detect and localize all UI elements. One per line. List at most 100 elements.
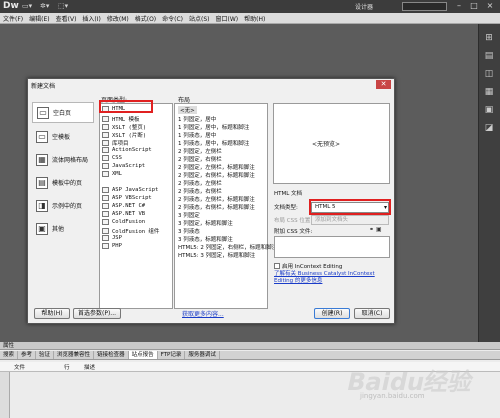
ap-elements-icon[interactable]: ◫ <box>482 68 496 80</box>
tab-validation[interactable]: 验证 <box>36 351 55 359</box>
layout-item[interactable]: 3 列固定，标题和脚注 <box>178 219 233 227</box>
type-item[interactable]: ASP.NET C# <box>102 203 145 209</box>
layout-item[interactable]: 1 列固定，居中 <box>178 115 216 123</box>
layout-item[interactable]: 2 列固定，右侧栏 <box>178 155 222 163</box>
more-content-link[interactable]: 获取更多内容... <box>182 309 224 318</box>
layout-item[interactable]: <无> <box>178 106 197 114</box>
properties-bar[interactable]: 属性 <box>0 342 500 350</box>
create-button[interactable]: 创建(R) <box>314 308 350 319</box>
layout-item[interactable]: 3 列液态，标题和脚注 <box>178 235 233 243</box>
dialog-title: 新建文档 <box>31 83 56 90</box>
files-panel-icon[interactable]: ▦ <box>482 86 496 98</box>
site-icon[interactable]: ⬚▾ <box>58 2 68 10</box>
layout-css-select[interactable]: 添加到文档头 <box>311 215 389 225</box>
file-icon <box>102 132 109 138</box>
menu-site[interactable]: 站点(S) <box>186 14 213 23</box>
category-blank-template[interactable]: ▭ 空模板 <box>32 126 94 147</box>
menu-modify[interactable]: 修改(M) <box>104 14 132 23</box>
type-item[interactable]: ASP.NET VB <box>102 211 145 217</box>
menu-commands[interactable]: 命令(C) <box>159 14 186 23</box>
layout-list[interactable]: <无> 1 列固定，居中 1 列固定，居中，标题和脚注 1 列液态，居中 1 列… <box>174 103 277 309</box>
assets-panel-icon[interactable]: ▣ <box>482 104 496 116</box>
category-other[interactable]: ▣ 其他 <box>32 218 94 239</box>
menu-view[interactable]: 查看(V) <box>53 14 80 23</box>
menu-file[interactable]: 文件(F) <box>0 14 26 23</box>
category-blank-page[interactable]: ▭ 空白页 <box>32 102 94 123</box>
html-selection-highlight <box>99 100 153 113</box>
type-item[interactable]: ActionScript <box>102 147 152 153</box>
type-item[interactable]: XSLT (整页) <box>102 123 146 131</box>
layout-item[interactable]: 2 列固定，左侧栏 <box>178 147 222 155</box>
incontext-checkbox-row[interactable]: 启用 InContext Editing <box>274 262 342 270</box>
type-item[interactable]: HTML 模板 <box>102 115 140 123</box>
close-window-button[interactable]: × <box>483 1 497 11</box>
type-item[interactable]: ASP JavaScript <box>102 187 158 193</box>
layout-item[interactable]: 2 列固定，左侧栏，标题和脚注 <box>178 163 255 171</box>
cancel-button[interactable]: 取消(C) <box>354 308 390 319</box>
type-item[interactable]: XSLT (片断) <box>102 131 146 139</box>
search-input[interactable] <box>402 2 447 11</box>
tab-ftp-log[interactable]: FTP记录 <box>158 351 186 359</box>
incontext-checkbox[interactable] <box>274 263 280 269</box>
tab-reference[interactable]: 参考 <box>18 351 37 359</box>
help-button[interactable]: 帮助(H) <box>34 308 70 319</box>
page-type-list[interactable]: HTML HTML 模板 XSLT (整页) XSLT (片断) 库项目 Act… <box>99 103 173 309</box>
minimize-button[interactable]: – <box>452 1 466 11</box>
layout-item[interactable]: 2 列固定，右侧栏，标题和脚注 <box>178 171 255 179</box>
type-item[interactable]: ASP VBScript <box>102 195 152 201</box>
layout-item[interactable]: 2 列液态，右侧栏，标题和脚注 <box>178 203 255 211</box>
layout-item[interactable]: 2 列液态，左侧栏 <box>178 179 222 187</box>
layout-item[interactable]: 1 列液态，居中 <box>178 131 216 139</box>
column-file[interactable]: 文件 <box>14 363 64 371</box>
trash-icon[interactable]: ▣ <box>376 226 382 233</box>
tab-search[interactable]: 搜索 <box>0 351 19 359</box>
link-icon[interactable]: ⚭ <box>369 226 374 233</box>
learn-more-link[interactable]: 了解有关 Business Catalyst InContext Editing… <box>274 271 392 285</box>
workspace-switcher[interactable]: 设计器 <box>355 2 373 11</box>
column-line[interactable]: 行 <box>64 363 84 371</box>
layout-item[interactable]: HTML5: 3 列固定，标题和脚注 <box>178 251 255 259</box>
layout-item[interactable]: 1 列液态，居中，标题和脚注 <box>178 139 249 147</box>
layout-item[interactable]: 1 列固定，居中，标题和脚注 <box>178 123 249 131</box>
layout-item[interactable]: 2 列液态，右侧栏 <box>178 187 222 195</box>
attach-css-list[interactable] <box>274 236 390 258</box>
column-description[interactable]: 描述 <box>84 363 95 371</box>
file-icon <box>102 219 109 225</box>
tab-link-checker[interactable]: 链接检查器 <box>94 351 129 359</box>
css-panel-icon[interactable]: ▤ <box>482 50 496 62</box>
menu-format[interactable]: 格式(O) <box>132 14 159 23</box>
gear-icon[interactable]: ✲▾ <box>40 2 49 10</box>
type-item[interactable]: PHP <box>102 243 122 249</box>
insert-panel-icon[interactable]: ⊞ <box>482 32 496 44</box>
menu-insert[interactable]: 插入(I) <box>79 14 103 23</box>
type-item[interactable]: ColdFusion <box>102 219 145 225</box>
doctype-highlight <box>309 199 391 215</box>
type-item[interactable]: XML <box>102 171 122 177</box>
menu-help[interactable]: 帮助(H) <box>241 14 268 23</box>
maximize-button[interactable]: □ <box>467 1 481 11</box>
type-item[interactable]: CSS <box>102 155 122 161</box>
dialog-close-button[interactable]: ✕ <box>376 80 391 89</box>
layout-item[interactable]: HTML5: 2 列固定，右侧栏，标题和脚注 <box>178 243 277 251</box>
layout-item[interactable]: 3 列液态 <box>178 227 200 235</box>
layout-item[interactable]: 3 列固定 <box>178 211 200 219</box>
no-preview-text: <无预览> <box>312 141 341 148</box>
category-page-from-sample[interactable]: ◨ 示例中的页 <box>32 195 94 216</box>
layout-icon[interactable]: ▭▾ <box>22 2 32 10</box>
type-item[interactable]: JSP <box>102 235 122 241</box>
layout-item[interactable]: 2 列液态，左侧栏，标题和脚注 <box>178 195 255 203</box>
type-item[interactable]: ColdFusion 组件 <box>102 227 159 235</box>
file-icon <box>102 147 109 153</box>
preferences-button[interactable]: 首选参数(P)... <box>73 308 121 319</box>
tab-browser-compat[interactable]: 浏览器兼容性 <box>54 351 95 359</box>
menu-edit[interactable]: 编辑(E) <box>26 14 52 23</box>
menu-window[interactable]: 窗口(W) <box>213 14 242 23</box>
type-item[interactable]: 库项目 <box>102 139 129 147</box>
snippets-panel-icon[interactable]: ◪ <box>482 122 496 134</box>
tab-site-reports[interactable]: 站点报告 <box>128 351 158 359</box>
type-item[interactable]: JavaScript <box>102 163 145 169</box>
category-page-from-template[interactable]: ▤ 模板中的页 <box>32 172 94 193</box>
category-fluid-grid[interactable]: ▦ 流体网格布局 <box>32 149 94 170</box>
fluid-grid-icon: ▦ <box>36 153 48 166</box>
tab-server-debug[interactable]: 服务器调试 <box>185 351 220 359</box>
